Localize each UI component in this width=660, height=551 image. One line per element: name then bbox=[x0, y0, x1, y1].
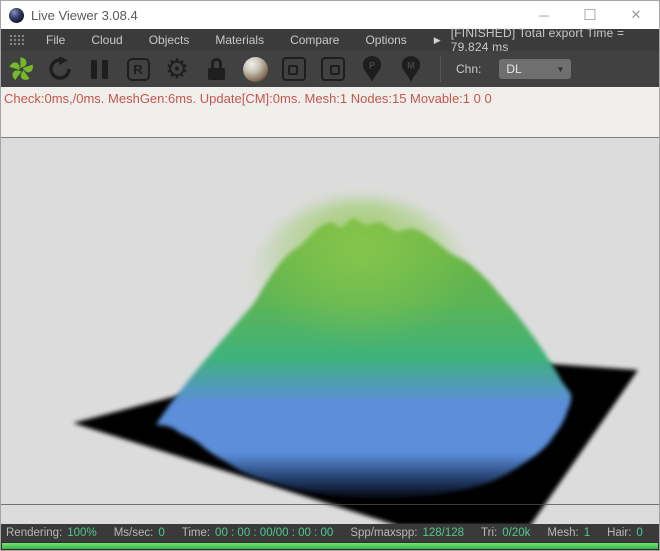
svg-text:P: P bbox=[369, 61, 375, 71]
viewport-divider-line bbox=[1, 504, 659, 505]
toolbar: R ⚙ P M Chn: bbox=[1, 51, 659, 87]
render-progress-track bbox=[1, 542, 659, 550]
mesh-status-strip: Check:0ms,/0ms. MeshGen:6ms. Update[CM]:… bbox=[1, 87, 659, 138]
grip-icon[interactable] bbox=[9, 34, 25, 46]
octane-logo-icon[interactable] bbox=[7, 54, 35, 84]
menu-options[interactable]: Options bbox=[352, 33, 419, 47]
menu-bar: File Cloud Objects Materials Compare Opt… bbox=[1, 29, 659, 51]
app-icon bbox=[9, 8, 24, 23]
status-time: Time: 00 : 00 : 00/00 : 00 : 00 bbox=[182, 527, 334, 539]
svg-text:M: M bbox=[407, 61, 415, 71]
status-mesh: Mesh: 1 bbox=[547, 527, 590, 539]
pause-icon[interactable] bbox=[85, 54, 113, 84]
render-viewport[interactable] bbox=[1, 138, 659, 524]
menu-file[interactable]: File bbox=[33, 33, 78, 47]
refresh-icon[interactable] bbox=[46, 54, 74, 84]
restart-render-icon[interactable]: R bbox=[124, 54, 152, 84]
channel-label: Chn: bbox=[456, 62, 481, 76]
material-picker-pin-icon[interactable]: M bbox=[397, 54, 425, 84]
peak-highlight bbox=[251, 198, 471, 378]
window-title: Live Viewer 3.08.4 bbox=[31, 8, 138, 23]
status-spp: Spp/maxspp: 128/128 bbox=[350, 527, 464, 539]
channel-dropdown[interactable]: DL ▼ bbox=[499, 59, 571, 79]
render-ball-icon[interactable] bbox=[241, 54, 269, 84]
status-hair: Hair: 0 bbox=[607, 527, 643, 539]
channel-value: DL bbox=[506, 62, 521, 76]
lock-resolution-icon[interactable] bbox=[202, 54, 230, 84]
status-rendering: Rendering: 100% bbox=[6, 527, 97, 539]
chevron-down-icon: ▼ bbox=[556, 65, 564, 74]
focus-picker-pin-icon[interactable]: P bbox=[358, 54, 386, 84]
export-status-text: [FINISHED] Total export Time = 79.824 ms bbox=[451, 26, 653, 54]
window-controls: ─ ☐ ✕ bbox=[521, 1, 659, 29]
close-button[interactable]: ✕ bbox=[613, 1, 659, 29]
render-scene bbox=[1, 138, 659, 524]
live-viewer-window: Live Viewer 3.08.4 ─ ☐ ✕ File Cloud Obje… bbox=[0, 0, 660, 551]
render-status-bar: Rendering: 100% Ms/sec: 0 Time: 00 : 00 … bbox=[1, 524, 659, 542]
run-arrow-icon: ▶ bbox=[434, 35, 441, 46]
menu-compare[interactable]: Compare bbox=[277, 33, 352, 47]
settings-gear-icon[interactable]: ⚙ bbox=[163, 54, 191, 84]
menu-cloud[interactable]: Cloud bbox=[78, 33, 135, 47]
film-region-icon[interactable] bbox=[319, 54, 347, 84]
menu-materials[interactable]: Materials bbox=[202, 33, 277, 47]
menu-objects[interactable]: Objects bbox=[136, 33, 203, 47]
mesh-status-text: Check:0ms,/0ms. MeshGen:6ms. Update[CM]:… bbox=[4, 91, 492, 106]
title-bar: Live Viewer 3.08.4 ─ ☐ ✕ bbox=[1, 1, 659, 29]
status-tri: Tri: 0/20k bbox=[481, 527, 530, 539]
status-mssec: Ms/sec: 0 bbox=[114, 527, 165, 539]
render-progress-fill bbox=[2, 543, 658, 549]
region-render-icon[interactable] bbox=[280, 54, 308, 84]
maximize-button[interactable]: ☐ bbox=[567, 1, 613, 29]
minimize-button[interactable]: ─ bbox=[521, 1, 567, 29]
toolbar-separator bbox=[440, 56, 441, 82]
